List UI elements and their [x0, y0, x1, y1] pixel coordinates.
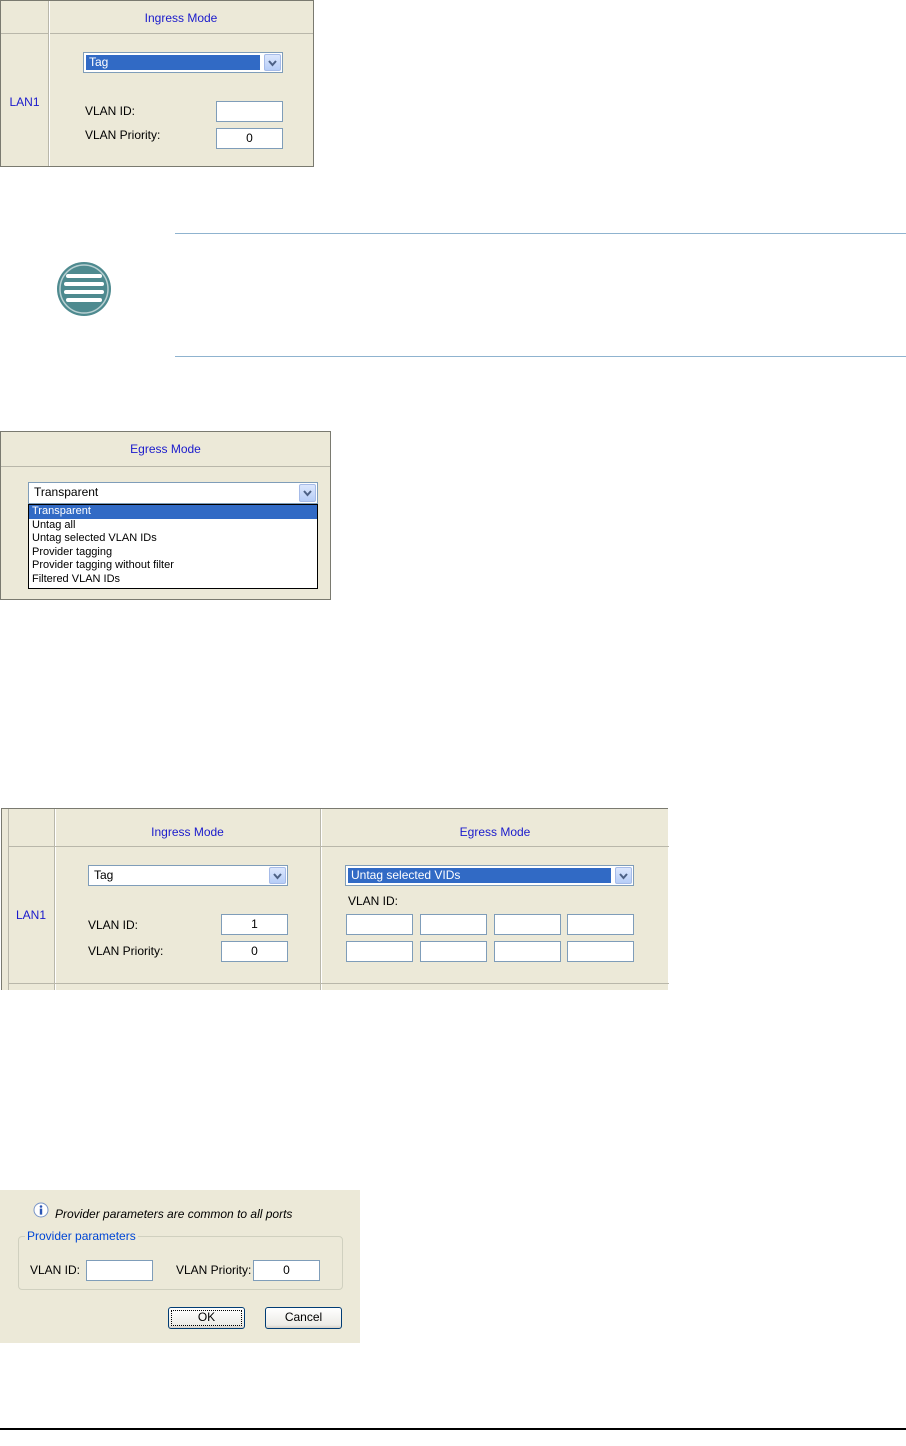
dropdown-arrow-icon[interactable] [615, 867, 632, 884]
combined-vlan-id-input[interactable]: 1 [221, 914, 288, 935]
combined-ingress-mode-selected-value: Tag [94, 868, 114, 882]
egress-option-untag-all[interactable]: Untag all [29, 519, 317, 533]
combined-vlan-priority-input[interactable]: 0 [221, 941, 288, 962]
combined-vlan-id-label: VLAN ID: [88, 918, 139, 932]
egress-mode-options-list: Transparent Untag all Untag selected VLA… [28, 504, 318, 589]
egress-vlan-id-input[interactable] [494, 914, 561, 935]
egress-panel: Egress Mode Transparent Transparent Unta… [0, 431, 331, 600]
egress-mode-header: Egress Mode [130, 442, 201, 456]
combined-ingress-mode-select[interactable]: Tag [88, 865, 288, 886]
combined-egress-mode-selected-value: Untag selected VIDs [348, 868, 611, 883]
dropdown-arrow-icon[interactable] [269, 867, 286, 884]
egress-option-transparent[interactable]: Transparent [29, 505, 317, 519]
provider-dialog: Provider parameters are common to all po… [0, 1190, 360, 1343]
provider-vlan-priority-input[interactable]: 0 [253, 1260, 320, 1281]
egress-vlan-id-input[interactable] [494, 941, 561, 962]
provider-vlan-id-label: VLAN ID: [30, 1263, 81, 1277]
egress-vlan-id-input[interactable] [567, 941, 634, 962]
ingress-panel: Ingress Mode LAN1 Tag VLAN ID: VLAN Prio… [0, 0, 314, 167]
dropdown-arrow-icon[interactable] [264, 54, 281, 71]
combined-ingress-header: Ingress Mode [151, 825, 224, 839]
egress-option-filtered[interactable]: Filtered VLAN IDs [29, 573, 317, 587]
combined-egress-header: Egress Mode [459, 825, 531, 839]
egress-header-divider [1, 466, 330, 467]
ingress-mode-header: Ingress Mode [144, 11, 218, 25]
note-icon [56, 261, 112, 317]
vlan-priority-label: VLAN Priority: [85, 128, 161, 142]
combined-port-label-lan1: LAN1 [15, 908, 47, 922]
vlan-id-label: VLAN ID: [85, 104, 136, 118]
egress-option-provider-tagging-no-filter[interactable]: Provider tagging without filter [29, 559, 317, 573]
provider-vlan-id-input[interactable] [86, 1260, 153, 1281]
combined-panel: Ingress Mode Egress Mode LAN1 Tag VLAN I… [1, 808, 669, 990]
provider-info-text: Provider parameters are common to all po… [55, 1207, 293, 1221]
egress-vlan-id-input[interactable] [346, 941, 413, 962]
vlan-priority-input[interactable]: 0 [216, 128, 283, 149]
combined-egress-mode-select[interactable]: Untag selected VIDs [345, 865, 634, 886]
egress-vlan-id-input[interactable] [420, 914, 487, 935]
combined-egress-vlan-id-label: VLAN ID: [348, 894, 399, 908]
note-top-rule [175, 233, 906, 234]
combined-header-divider [8, 846, 669, 847]
provider-vlan-priority-label: VLAN Priority: [176, 1263, 252, 1277]
egress-mode-selected-value: Transparent [34, 485, 99, 499]
vlan-id-input[interactable] [216, 101, 283, 122]
note-bottom-rule [175, 356, 906, 357]
ok-button[interactable]: OK [168, 1307, 245, 1329]
egress-vlan-id-input[interactable] [420, 941, 487, 962]
cancel-button[interactable]: Cancel [265, 1307, 342, 1329]
ingress-mode-select[interactable]: Tag [83, 52, 283, 73]
egress-option-provider-tagging[interactable]: Provider tagging [29, 546, 317, 560]
ingress-mode-selected-value: Tag [86, 55, 260, 70]
combined-left-divider [8, 809, 9, 990]
ingress-grid-accent [49, 1, 50, 166]
port-label-lan1: LAN1 [9, 95, 40, 109]
egress-option-untag-selected[interactable]: Untag selected VLAN IDs [29, 532, 317, 546]
provider-parameters-title: Provider parameters [25, 1229, 138, 1243]
egress-vlan-id-input[interactable] [346, 914, 413, 935]
combined-vlan-priority-label: VLAN Priority: [88, 944, 164, 958]
dropdown-arrow-icon[interactable] [299, 484, 316, 502]
egress-vlan-id-input[interactable] [567, 914, 634, 935]
egress-mode-select[interactable]: Transparent [28, 482, 318, 504]
info-icon [33, 1202, 49, 1218]
page-bottom-rule [0, 1428, 906, 1430]
combined-row-divider [8, 983, 669, 984]
